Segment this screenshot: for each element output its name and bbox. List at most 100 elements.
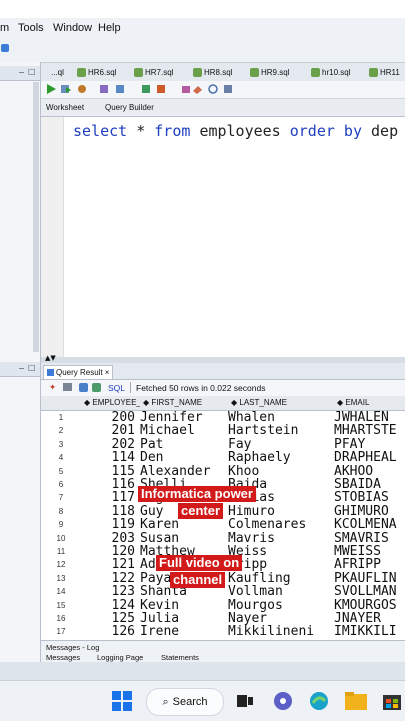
tab-query-result[interactable]: Query Result ×	[43, 365, 114, 379]
last-name-cell: Weiss	[228, 545, 268, 559]
column-header-employee-id[interactable]: ◆ EMPLOYEE_ID	[81, 396, 141, 411]
table-row[interactable]: 16 125 Julia Nayer JNAYER	[41, 612, 405, 625]
last-name-cell: Khoo	[228, 464, 260, 478]
tab-hr8[interactable]: HR8.sql	[193, 66, 232, 79]
table-row[interactable]: 3 202 Pat Fay PFAY	[41, 438, 405, 451]
left-panel-scrollbar[interactable]	[33, 82, 39, 352]
sort-icon: ◆	[337, 398, 344, 407]
column-header-label: EMAIL	[345, 398, 370, 407]
close-icon[interactable]: ×	[105, 368, 110, 377]
windows-start-icon[interactable]	[112, 691, 132, 711]
row-number: 15	[56, 600, 66, 610]
tab-statements[interactable]: Statements	[161, 653, 199, 662]
sql-file-icon	[311, 68, 320, 77]
maximize-icon[interactable]: □	[28, 363, 36, 372]
employee-id-cell: 122	[111, 571, 135, 586]
sql-star: *	[136, 122, 146, 140]
table-row[interactable]: 9 119 Karen Colmenares KCOLMENA	[41, 518, 405, 531]
tab-query-builder[interactable]: Query Builder	[105, 103, 154, 112]
sql-editor[interactable]: select * from employees order by dep	[41, 117, 405, 357]
results-tab-bar: Query Result ×	[41, 363, 405, 380]
column-header-email[interactable]: ◆ EMAIL	[334, 396, 405, 411]
tab-hr7[interactable]: HR7.sql	[134, 66, 173, 79]
pin-icon[interactable]: ✦	[49, 382, 56, 393]
menu-item-help[interactable]: Help	[98, 22, 121, 34]
first-name-cell: Kevin	[140, 598, 180, 612]
table-row[interactable]: 17 126 Irene Mikkilineni IMIKKILI	[41, 625, 405, 636]
email-cell: GHIMURO	[334, 504, 389, 519]
teams-chat-icon[interactable]	[273, 691, 293, 711]
table-row[interactable]: 4 114 Den Raphaely DRAPHEAL	[41, 451, 405, 464]
email-cell: KCOLMENA	[334, 518, 397, 532]
email-cell: SBAIDA	[334, 478, 381, 492]
table-row[interactable]: 2 201 Michael Hartstein MHARTSTE	[41, 424, 405, 437]
print-icon[interactable]	[63, 383, 72, 391]
commit-icon[interactable]	[141, 84, 151, 94]
minimize-icon[interactable]: −	[18, 68, 25, 77]
tab-hr6[interactable]: HR6.sql	[77, 66, 116, 79]
first-name-cell: Den	[140, 451, 164, 465]
menu-bar: m Tools Window Help	[0, 18, 405, 40]
window-bottom-edge	[0, 662, 405, 680]
task-view-icon[interactable]	[236, 692, 254, 710]
format-case-icon[interactable]	[223, 84, 233, 94]
menu-item-window[interactable]: Window	[53, 22, 92, 34]
file-explorer-icon[interactable]	[345, 692, 367, 710]
sql-keyword-order-by: order by	[289, 122, 362, 140]
refresh-icon[interactable]	[79, 383, 88, 392]
tab-messages[interactable]: Messages	[46, 653, 80, 662]
menu-item-tools[interactable]: Tools	[18, 22, 44, 34]
sql-link[interactable]: SQL	[108, 383, 125, 393]
sql-tuning-icon[interactable]	[115, 84, 125, 94]
row-number: 1	[58, 413, 64, 422]
last-name-cell: Mavris	[228, 531, 275, 545]
explain-plan-icon[interactable]	[99, 84, 109, 94]
menu-item-file-partial[interactable]: m	[0, 22, 9, 34]
table-row[interactable]: 5 115 Alexander Khoo AKHOO	[41, 465, 405, 478]
edge-browser-icon[interactable]	[309, 691, 329, 711]
collapse-arrows-icon[interactable]: ▲▼	[45, 354, 56, 362]
column-header-last-name[interactable]: ◆ LAST_NAME	[228, 396, 335, 411]
minimize-icon[interactable]: −	[18, 364, 25, 373]
worksheet-toolbar	[41, 81, 405, 99]
row-number: 4	[58, 453, 64, 463]
last-name-cell: Mourgos	[228, 598, 283, 612]
tab-hr10[interactable]: hr10.sql	[311, 66, 350, 79]
sort-icon: ◆	[143, 398, 150, 407]
tab-label: ...ql	[51, 68, 64, 77]
tab-hr11[interactable]: HR11	[369, 66, 400, 79]
clear-eraser-icon[interactable]	[193, 84, 203, 94]
first-name-cell: Alexander	[140, 464, 211, 478]
employee-id-cell: 124	[111, 598, 135, 612]
tab-hr9[interactable]: HR9.sql	[250, 66, 289, 79]
connections-icon[interactable]	[1, 44, 9, 52]
tab-prev-file[interactable]: ...ql	[51, 66, 64, 79]
table-row[interactable]: 1 200 Jennifer Whalen JWHALEN	[41, 411, 405, 424]
rollback-icon[interactable]	[156, 84, 166, 94]
tab-worksheet[interactable]: Worksheet	[46, 103, 84, 112]
employee-id-cell: 200	[111, 411, 135, 425]
sql-file-icon	[369, 68, 378, 77]
email-cell: SVOLLMAN	[334, 585, 397, 599]
sql-statement[interactable]: select * from employees order by dep	[73, 122, 398, 140]
left-navigator-panel: − □ − □	[0, 62, 41, 662]
row-number: 9	[58, 520, 64, 530]
run-script-icon[interactable]	[61, 84, 71, 94]
column-header-label: EMPLOYEE_ID	[92, 398, 141, 407]
last-name-cell: Colmenares	[228, 518, 307, 532]
store-icon[interactable]	[382, 691, 402, 711]
export-icon[interactable]	[92, 383, 101, 392]
tab-logging-page[interactable]: Logging Page	[97, 653, 143, 662]
taskbar-search[interactable]: ⌕ Search	[146, 688, 224, 716]
autotrace-icon[interactable]	[77, 84, 87, 94]
unshared-worksheet-icon[interactable]	[181, 84, 191, 94]
first-name-cell: Susan	[140, 531, 180, 545]
maximize-icon[interactable]: □	[28, 67, 36, 76]
history-icon[interactable]	[208, 84, 218, 94]
table-row[interactable]: 10 203 Susan Mavris SMAVRIS	[41, 532, 405, 545]
email-cell: AFRIPP	[334, 558, 381, 572]
run-statement-icon[interactable]	[46, 84, 56, 94]
column-header-first-name[interactable]: ◆ FIRST_NAME	[140, 396, 229, 411]
table-row[interactable]: 15 124 Kevin Mourgos KMOURGOS	[41, 599, 405, 612]
overlay-caption: Full video on	[156, 555, 243, 571]
